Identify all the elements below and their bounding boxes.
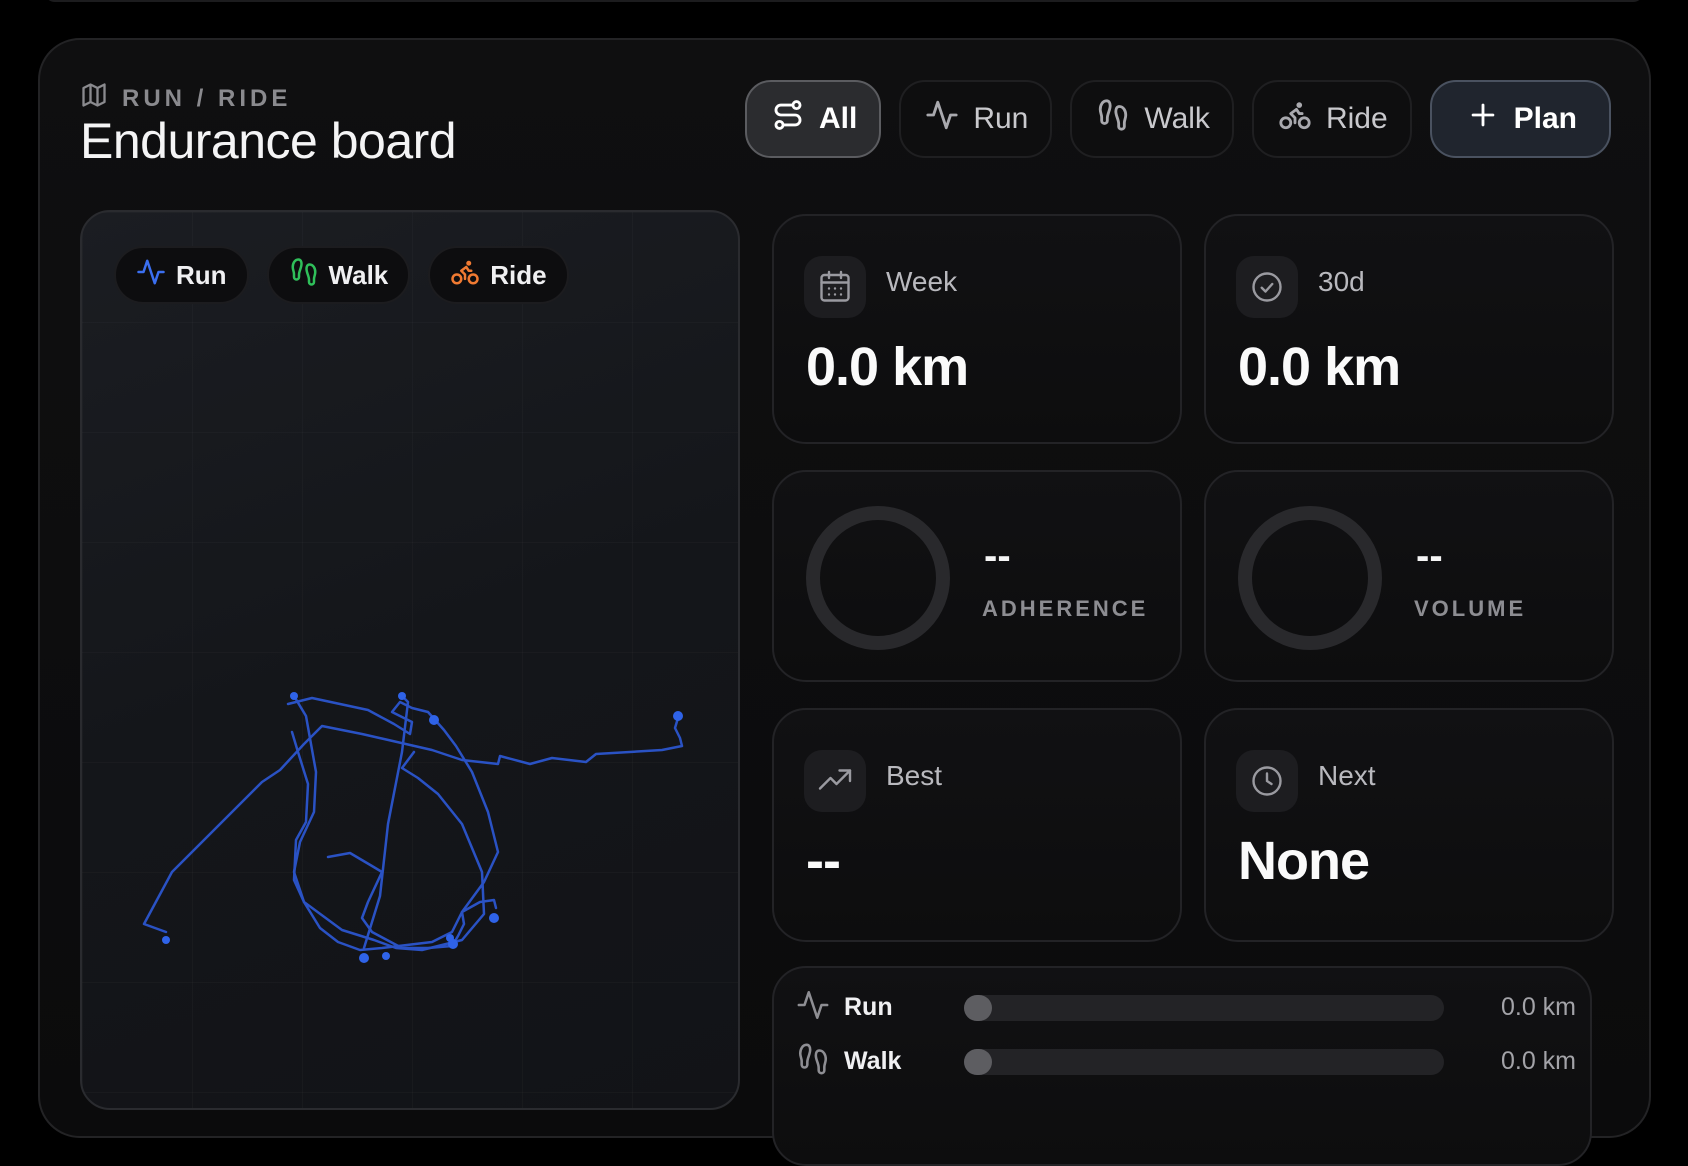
breadcrumb: RUN / RIDE	[80, 81, 291, 116]
calendar-icon	[804, 256, 866, 318]
adherence-value: --	[984, 534, 1011, 578]
walk-progress-fill	[964, 1048, 992, 1075]
footprints-icon	[1096, 98, 1130, 140]
route-map[interactable]: Run Walk Ride	[80, 210, 740, 1110]
breakdown-walk-label: Walk	[844, 1047, 902, 1075]
route-trace-3	[362, 694, 410, 950]
filter-all-label: All	[818, 102, 858, 135]
route-point	[359, 953, 369, 963]
route-point	[290, 692, 298, 700]
clock-icon	[1236, 750, 1298, 812]
best-value: --	[806, 831, 841, 891]
footprints-icon	[796, 1042, 830, 1081]
breakdown-card: Run 0.0 km Walk 0.0 km	[772, 966, 1592, 1166]
week-label: Week	[886, 266, 958, 297]
route-point	[673, 711, 683, 721]
breakdown-row-run: Run 0.0 km	[796, 988, 1576, 1027]
adherence-label: ADHERENCE	[982, 596, 1149, 621]
volume-card: -- VOLUME	[1204, 470, 1614, 682]
plan-label: Plan	[1513, 102, 1577, 135]
thirty-day-card: 30d 0.0 km	[1204, 214, 1614, 444]
filter-walk-button[interactable]: Walk	[1070, 80, 1234, 158]
week-value: 0.0 km	[806, 337, 969, 397]
bike-icon	[1278, 98, 1312, 140]
breadcrumb-text: RUN / RIDE	[122, 84, 292, 112]
next-label: Next	[1318, 760, 1376, 791]
route-icon	[771, 98, 805, 140]
run-progress-track	[964, 994, 1444, 1021]
route-point	[398, 692, 406, 700]
week-card: Week 0.0 km	[772, 214, 1182, 444]
route-point	[446, 934, 454, 942]
volume-value: --	[1416, 534, 1443, 578]
activity-icon	[796, 988, 830, 1027]
breakdown-run-value: 0.0 km	[1500, 993, 1576, 1021]
volume-label: VOLUME	[1414, 596, 1527, 621]
thirty-day-value: 0.0 km	[1238, 337, 1401, 397]
filter-ride-label: Ride	[1325, 102, 1388, 135]
route-traces	[142, 692, 684, 963]
best-card: Best --	[772, 708, 1182, 942]
map-icon	[80, 81, 108, 116]
filter-run-button[interactable]: Run	[899, 80, 1053, 158]
filter-ride-button[interactable]: Ride	[1251, 80, 1412, 158]
route-point	[489, 913, 499, 923]
activity-icon	[925, 98, 959, 140]
endurance-board: RUN / RIDE Endurance board All Run Walk	[38, 38, 1651, 1166]
thirty-day-label: 30d	[1318, 266, 1365, 297]
adherence-ring	[806, 506, 950, 650]
next-value: None	[1238, 831, 1370, 891]
top-bar	[44, 0, 1644, 2]
walk-progress-track	[964, 1048, 1444, 1075]
run-progress-fill	[964, 994, 992, 1021]
filter-run-label: Run	[973, 102, 1029, 135]
filter-walk-label: Walk	[1144, 102, 1210, 135]
page-title: Endurance board	[80, 113, 457, 169]
breakdown-run-label: Run	[844, 993, 893, 1021]
breakdown-walk-value: 0.0 km	[1500, 1047, 1576, 1075]
check-circle-icon	[1236, 256, 1298, 318]
best-label: Best	[886, 760, 943, 791]
volume-ring	[1238, 506, 1382, 650]
adherence-card: -- ADHERENCE	[772, 470, 1182, 682]
filter-bar: All Run Walk Ride Plan	[744, 80, 1611, 158]
route-trace-1	[142, 716, 684, 934]
plus-icon	[1466, 98, 1500, 140]
route-point	[429, 715, 439, 725]
route-point	[382, 952, 390, 960]
next-card: Next None	[1204, 708, 1614, 942]
breakdown-row-walk: Walk 0.0 km	[796, 1042, 1576, 1081]
plan-button[interactable]: Plan	[1429, 80, 1611, 158]
trending-up-icon	[804, 750, 866, 812]
route-point	[162, 936, 170, 944]
filter-all-button[interactable]: All	[744, 80, 882, 158]
